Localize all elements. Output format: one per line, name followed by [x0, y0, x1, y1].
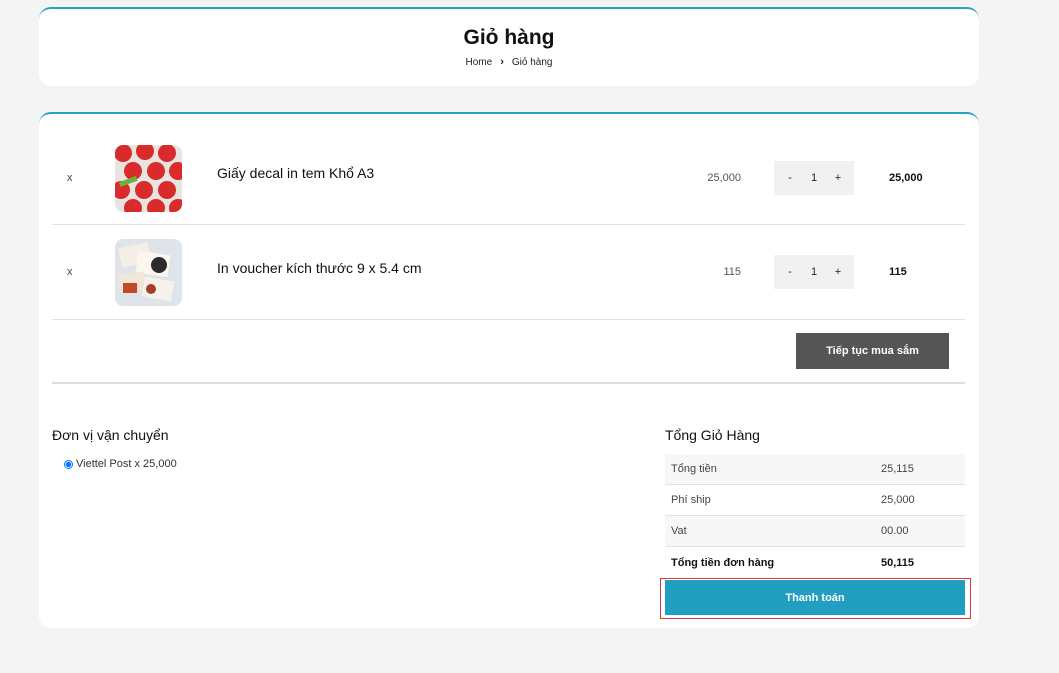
decrease-quantity-button[interactable]: - [782, 172, 798, 184]
totals-value: 00.00 [881, 525, 909, 537]
increase-quantity-button[interactable]: + [830, 172, 846, 184]
section-divider [52, 382, 965, 384]
page-header-card: Giỏ hàng Home › Giỏ hàng [39, 7, 979, 86]
cart-row: x In voucher kích thước 9 x 5.4 cm 115 -… [52, 226, 965, 320]
shipping-option[interactable]: Viettel Post x 25,000 [64, 458, 177, 470]
totals-label: Vat [671, 525, 687, 537]
totals-label: Tổng tiền [671, 463, 717, 475]
totals-label: Phí ship [671, 494, 711, 506]
breadcrumb-home-link[interactable]: Home [466, 57, 493, 68]
quantity-stepper: - 1 + [774, 161, 854, 195]
product-thumbnail[interactable] [115, 145, 182, 212]
increase-quantity-button[interactable]: + [830, 266, 846, 278]
line-subtotal: 25,000 [889, 172, 923, 184]
totals-value: 25,000 [881, 494, 915, 506]
quantity-input[interactable]: 1 [806, 266, 822, 278]
remove-item-button[interactable]: x [67, 172, 73, 184]
breadcrumb-current: Giỏ hàng [511, 56, 553, 68]
shipping-option-label: Viettel Post x 25,000 [76, 458, 177, 470]
quantity-stepper: - 1 + [774, 255, 854, 289]
product-thumbnail[interactable] [115, 239, 182, 306]
cart-card: x Giấy decal in tem Khổ A3 25,000 - 1 + … [39, 112, 979, 628]
unit-price: 115 [723, 266, 741, 278]
totals-label: Tổng tiền đơn hàng [671, 556, 775, 569]
totals-row-vat: Vat 00.00 [665, 516, 965, 547]
cart-totals-table: Tổng tiền 25,115 Phí ship 25,000 Vat 00.… [665, 454, 965, 578]
totals-row-shipping: Phí ship 25,000 [665, 485, 965, 516]
continue-shopping-button[interactable]: Tiếp tục mua sắm [796, 333, 949, 369]
product-name[interactable]: In voucher kích thước 9 x 5.4 cm [217, 260, 422, 276]
remove-item-button[interactable]: x [67, 266, 73, 278]
totals-value: 25,115 [881, 463, 914, 475]
unit-price: 25,000 [707, 172, 741, 184]
chevron-right-icon: › [500, 56, 504, 68]
breadcrumb: Home › Giỏ hàng [39, 56, 979, 68]
line-subtotal: 115 [889, 266, 907, 278]
decrease-quantity-button[interactable]: - [782, 266, 798, 278]
shipping-option-radio[interactable] [64, 459, 73, 469]
totals-value: 50,115 [881, 556, 915, 569]
page-title: Giỏ hàng [463, 26, 555, 49]
totals-row-subtotal: Tổng tiền 25,115 [665, 454, 965, 485]
cart-totals-title: Tổng Giỏ Hàng [665, 427, 760, 443]
checkout-button[interactable]: Thanh toán [665, 580, 965, 615]
totals-row-grand-total: Tổng tiền đơn hàng 50,115 [665, 547, 965, 578]
product-name[interactable]: Giấy decal in tem Khổ A3 [217, 165, 374, 181]
cart-row: x Giấy decal in tem Khổ A3 25,000 - 1 + … [52, 131, 965, 225]
shipping-title: Đơn vị vận chuyển [52, 427, 169, 443]
quantity-input[interactable]: 1 [806, 172, 822, 184]
